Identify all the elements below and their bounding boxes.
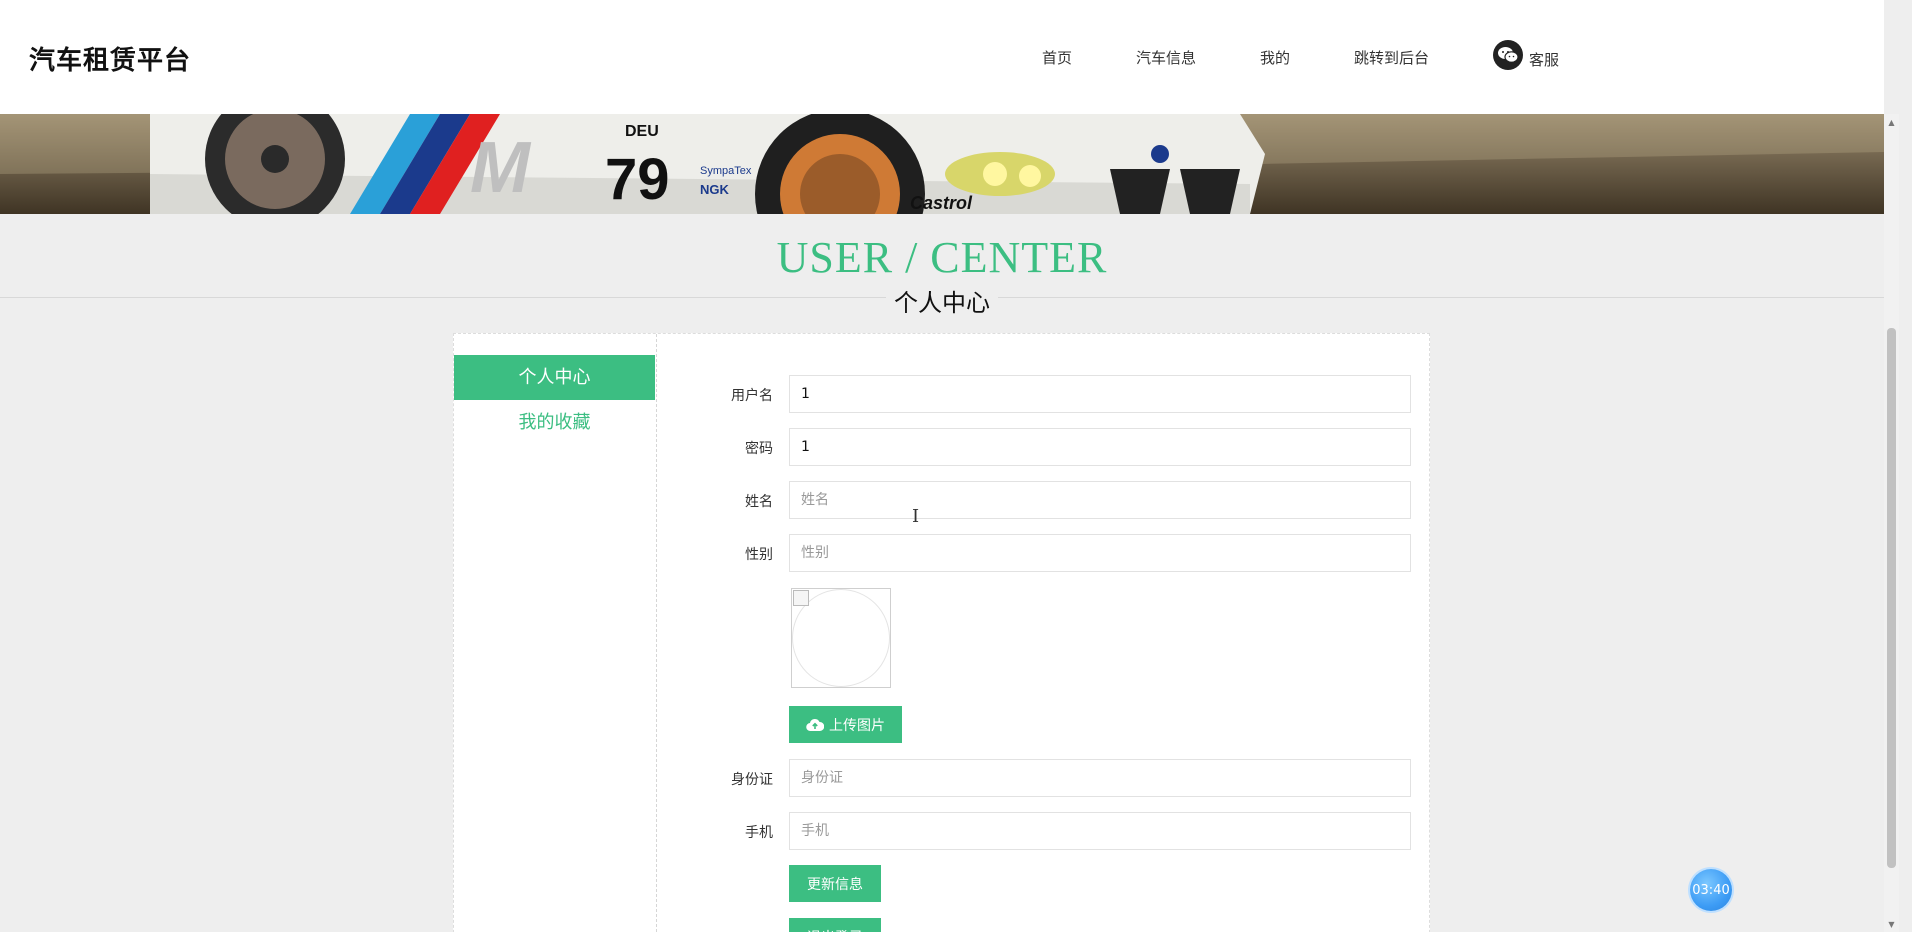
svg-text:Castrol: Castrol: [910, 193, 973, 213]
upload-image-label: 上传图片: [829, 717, 885, 734]
text-cursor-icon: I: [912, 506, 920, 527]
name-input[interactable]: [789, 481, 1411, 519]
svg-text:SympaTex: SympaTex: [700, 165, 752, 177]
username-label: 用户名: [731, 388, 773, 404]
svg-text:DEU: DEU: [625, 123, 659, 140]
username-input[interactable]: [789, 375, 1411, 413]
name-label: 姓名: [745, 494, 773, 510]
nav-car-info[interactable]: 汽车信息: [1136, 47, 1196, 68]
avatar-image: [791, 588, 891, 688]
id-card-input[interactable]: [789, 759, 1411, 797]
password-label: 密码: [745, 441, 773, 457]
broken-image-icon: [793, 590, 809, 606]
page-scrollbar[interactable]: ▲ ▼: [1884, 114, 1899, 932]
page-heading-english: USER / CENTER: [776, 233, 1108, 282]
page-heading-chinese: 个人中心: [0, 283, 1884, 318]
nav-admin[interactable]: 跳转到后台: [1354, 47, 1429, 68]
logout-button[interactable]: 退出登录: [789, 918, 881, 932]
scroll-up-arrow-icon[interactable]: ▲: [1884, 114, 1899, 130]
scrollbar-thumb[interactable]: [1887, 328, 1896, 868]
phone-input[interactable]: [789, 812, 1411, 850]
sidebar: 个人中心 我的收藏: [454, 334, 657, 932]
timer-badge[interactable]: 03:40: [1690, 869, 1732, 911]
scroll-down-arrow-icon[interactable]: ▼: [1884, 916, 1899, 932]
cloud-upload-icon: [806, 718, 824, 732]
id-card-label: 身份证: [731, 772, 773, 788]
svg-text:79: 79: [605, 147, 670, 212]
gender-label: 性别: [745, 547, 773, 563]
nav-home[interactable]: 首页: [1042, 47, 1072, 68]
sidebar-item-user-center[interactable]: 个人中心: [454, 355, 655, 400]
customer-service-link[interactable]: 客服: [1493, 40, 1559, 70]
update-info-button[interactable]: 更新信息: [789, 865, 881, 902]
password-input[interactable]: [789, 428, 1411, 466]
banner-image: M DEU 79 SympaTex NGK Castrol: [0, 114, 1884, 214]
svg-text:M: M: [470, 128, 532, 208]
user-center-panel: 个人中心 我的收藏 用户名 密码 姓名 性别 上传图片 身份证 手机 更新信息 …: [453, 333, 1430, 932]
main-nav: 首页 汽车信息 我的 跳转到后台: [0, 47, 1884, 71]
nav-mine[interactable]: 我的: [1260, 47, 1290, 68]
sidebar-item-favorites[interactable]: 我的收藏: [454, 400, 655, 445]
site-header: 汽车租赁平台 首页 汽车信息 我的 跳转到后台 客服: [0, 0, 1884, 114]
gender-input[interactable]: [789, 534, 1411, 572]
phone-label: 手机: [745, 825, 773, 841]
customer-service-label: 客服: [1529, 50, 1560, 69]
wechat-icon: [1493, 40, 1523, 70]
svg-text:NGK: NGK: [700, 182, 730, 197]
page-heading-chinese-text: 个人中心: [886, 283, 998, 318]
upload-image-button[interactable]: 上传图片: [789, 706, 902, 743]
